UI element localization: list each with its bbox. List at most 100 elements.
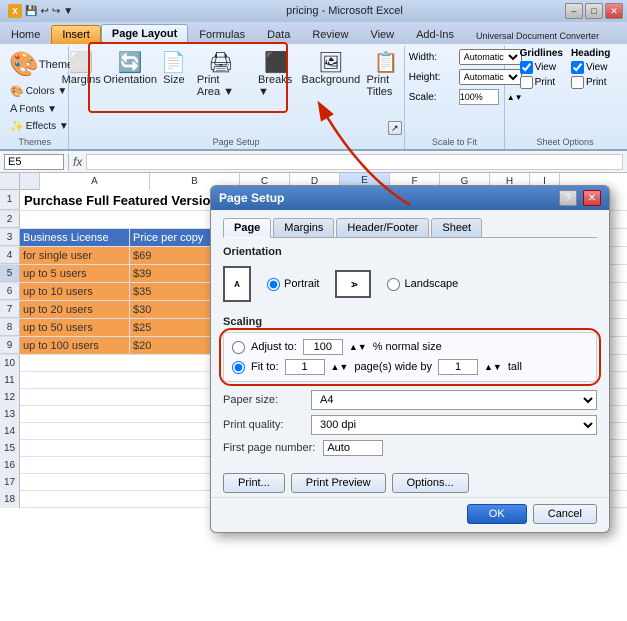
fit-tall-value[interactable] [438, 359, 478, 375]
dialog-help-button[interactable]: ? [559, 190, 577, 206]
fit-radio-option[interactable] [232, 361, 245, 374]
fit-radio[interactable] [232, 361, 245, 374]
first-page-input[interactable] [323, 440, 383, 456]
ribbon: Home Insert Page Layout Formulas Data Re… [0, 22, 627, 151]
orientation-button[interactable]: 🔄 Orientation [104, 50, 156, 89]
scale-input[interactable] [459, 89, 499, 105]
landscape-icon[interactable]: A [335, 270, 371, 298]
cell-a5[interactable]: up to 5 users [20, 265, 130, 282]
cell-a7[interactable]: up to 20 users [20, 301, 130, 318]
row-header-11: 11 [0, 372, 20, 389]
cell-a4[interactable]: for single user [20, 247, 130, 264]
dialog-tab-margins[interactable]: Margins [273, 218, 334, 237]
print-quality-label: Print quality: [223, 419, 303, 431]
dialog-tab-headerfooter[interactable]: Header/Footer [336, 218, 429, 237]
row-header-1: 1 [0, 190, 20, 210]
minimize-button[interactable]: – [565, 3, 583, 19]
page-setup-dialog-launcher[interactable]: ↗ [388, 121, 402, 135]
cell-b3[interactable]: Price per copy [130, 229, 220, 246]
quick-access-dropdown[interactable]: ▼ [63, 6, 73, 17]
headings-print-checkbox[interactable] [571, 76, 584, 89]
portrait-radio-option[interactable]: Portrait [267, 278, 319, 291]
adjust-spinner[interactable]: ▲▼ [349, 342, 367, 352]
print-quality-select-container: 300 dpi 600 dpi [311, 415, 597, 435]
margins-button[interactable]: ⬜ Margins [61, 50, 101, 89]
gridlines-view-checkbox[interactable] [520, 61, 533, 74]
scaling-box: Adjust to: ▲▼ % normal size Fit to: ▲▼ p… [223, 332, 597, 382]
scale-row: Scale: ▲▼ [409, 89, 500, 105]
tab-view[interactable]: View [359, 25, 405, 44]
tab-addins[interactable]: Add-Ins [405, 25, 465, 44]
paper-size-select[interactable]: A4 Letter Legal [311, 390, 597, 410]
breaks-label: Breaks ▼ [258, 74, 295, 98]
cell-a9[interactable]: up to 100 users [20, 337, 130, 354]
fit-pages-spinner[interactable]: ▲▼ [331, 362, 349, 372]
gridlines-view-option[interactable]: View [520, 61, 563, 74]
print-area-icon: 🖨 [208, 53, 233, 73]
cell-b7[interactable]: $30 [130, 301, 220, 318]
tab-review[interactable]: Review [301, 25, 359, 44]
background-icon: 🖼 [318, 53, 343, 73]
print-quality-select[interactable]: 300 dpi 600 dpi [311, 415, 597, 435]
colors-button[interactable]: 🎨 Colors ▼ [6, 83, 64, 100]
headings-view-option[interactable]: View [571, 61, 610, 74]
adjust-radio[interactable] [232, 341, 245, 354]
landscape-radio-option[interactable]: Landscape [387, 278, 458, 291]
background-button[interactable]: 🖼 Background [303, 50, 358, 89]
effects-button[interactable]: ✨ Effects ▼ [6, 118, 64, 135]
tab-udc[interactable]: Universal Document Converter [465, 27, 610, 44]
name-box[interactable] [4, 154, 64, 170]
cancel-button[interactable]: Cancel [533, 504, 597, 524]
tab-formulas[interactable]: Formulas [188, 25, 256, 44]
print-preview-button[interactable]: Print Preview [291, 473, 386, 493]
landscape-radio[interactable] [387, 278, 400, 291]
dialog-tab-page[interactable]: Page [223, 218, 271, 238]
cell-b4[interactable]: $69 [130, 247, 220, 264]
cell-a8[interactable]: up to 50 users [20, 319, 130, 336]
themes-button[interactable]: 🎨 Themes [6, 48, 64, 82]
tab-data[interactable]: Data [256, 25, 301, 44]
headings-label: Heading [571, 48, 610, 59]
cell-b5[interactable]: $39 [130, 265, 220, 282]
col-header-a[interactable]: A [40, 173, 150, 190]
fit-pages-value[interactable] [285, 359, 325, 375]
size-button[interactable]: 📄 Size [159, 50, 189, 89]
dialog-close-button[interactable]: ✕ [583, 190, 601, 206]
headings-view-checkbox[interactable] [571, 61, 584, 74]
formula-input[interactable] [86, 154, 623, 170]
print-area-button[interactable]: 🖨 Print Area ▼ [192, 50, 250, 101]
portrait-icon[interactable]: A [223, 266, 251, 302]
portrait-label: Portrait [284, 278, 319, 290]
adjust-radio-option[interactable] [232, 341, 245, 354]
fx-label: fx [73, 155, 82, 169]
tab-home[interactable]: Home [0, 25, 51, 44]
cell-a6[interactable]: up to 10 users [20, 283, 130, 300]
ok-button[interactable]: OK [467, 504, 527, 524]
cell-b8[interactable]: $25 [130, 319, 220, 336]
quick-access-redo[interactable]: ↪ [52, 6, 60, 17]
print-button[interactable]: Print... [223, 473, 285, 493]
tab-insert[interactable]: Insert [51, 25, 101, 44]
quick-access-undo[interactable]: ↩ [40, 6, 48, 17]
adjust-to-value[interactable] [303, 339, 343, 355]
cell-b9[interactable]: $20 [130, 337, 220, 354]
height-label: Height: [409, 72, 451, 83]
dialog-tab-sheet[interactable]: Sheet [431, 218, 482, 237]
cell-a3[interactable]: Business License [20, 229, 130, 246]
print-area-label: Print Area ▼ [197, 74, 245, 98]
close-button[interactable]: ✕ [605, 3, 623, 19]
gridlines-print-option[interactable]: Print [520, 76, 563, 89]
gridlines-print-checkbox[interactable] [520, 76, 533, 89]
fonts-icon: A [10, 103, 17, 115]
fit-tall-spinner[interactable]: ▲▼ [484, 362, 502, 372]
quick-access-save[interactable]: 💾 [25, 6, 37, 17]
breaks-button[interactable]: ⬛ Breaks ▼ [253, 50, 300, 101]
fonts-button[interactable]: A Fonts ▼ [6, 101, 64, 117]
portrait-radio[interactable] [267, 278, 280, 291]
headings-print-option[interactable]: Print [571, 76, 610, 89]
options-button[interactable]: Options... [392, 473, 469, 493]
cell-b6[interactable]: $35 [130, 283, 220, 300]
print-titles-button[interactable]: 📋 Print Titles [362, 50, 412, 101]
maximize-button[interactable]: □ [585, 3, 603, 19]
tab-page-layout[interactable]: Page Layout [101, 24, 188, 44]
